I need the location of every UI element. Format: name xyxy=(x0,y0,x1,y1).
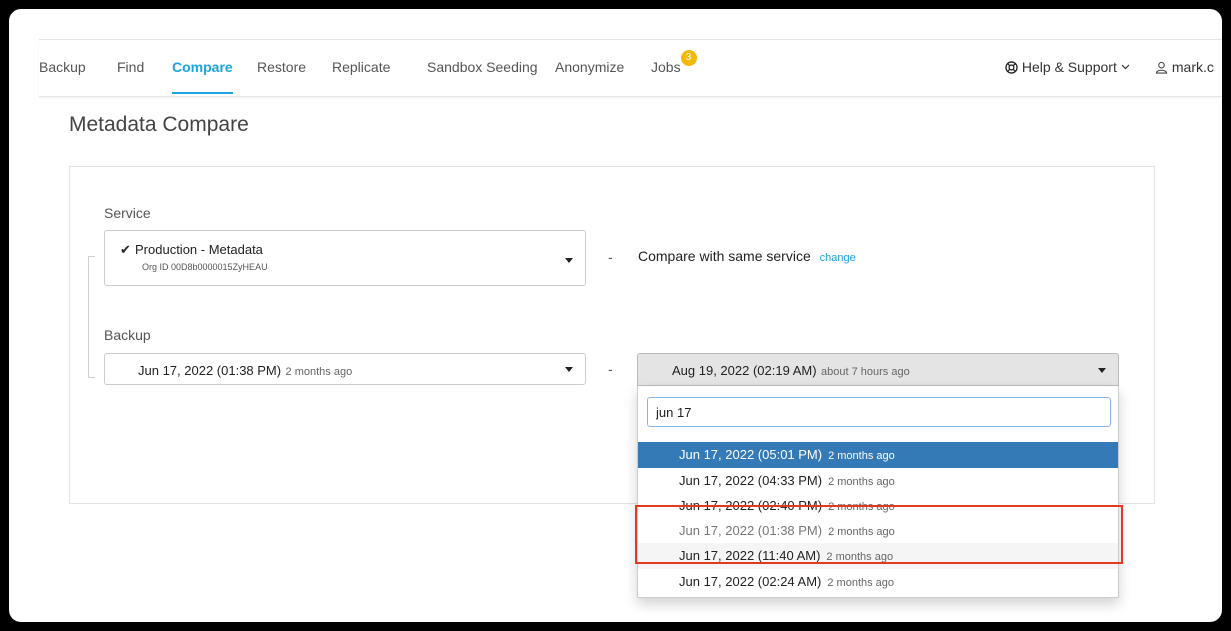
tab-sandbox-seeding[interactable]: Sandbox Seeding xyxy=(427,40,538,94)
right-backup-date: Aug 19, 2022 (02:19 AM) xyxy=(672,363,817,378)
left-backup-relative: 2 months ago xyxy=(285,366,353,378)
jobs-count-badge: 3 xyxy=(680,50,697,66)
chevron-down-icon xyxy=(1121,64,1130,70)
option-relative: 2 months ago xyxy=(828,476,895,488)
tab-jobs[interactable]: Jobs 3 xyxy=(651,40,697,94)
right-backup-relative: about 7 hours ago xyxy=(821,366,910,378)
caret-down-icon xyxy=(565,367,573,372)
dropdown-search-input[interactable] xyxy=(647,397,1111,427)
help-support-label: Help & Support xyxy=(1021,59,1117,75)
page-title: Metadata Compare xyxy=(69,113,249,136)
tab-compare[interactable]: Compare xyxy=(172,40,233,94)
tab-backup[interactable]: Backup xyxy=(39,40,86,94)
dropdown-option[interactable]: Jun 17, 2022 (04:33 PM) 2 months ago xyxy=(638,468,1118,494)
option-date: Jun 17, 2022 (01:38 PM) xyxy=(679,523,823,538)
tab-restore[interactable]: Restore xyxy=(257,40,306,94)
top-nav: Backup Find Compare Restore Replicate Sa… xyxy=(39,39,1222,97)
separator-dash: - xyxy=(608,249,613,265)
compare-with-label: Compare with same service xyxy=(638,248,811,264)
service-label: Service xyxy=(104,205,151,221)
dropdown-option[interactable]: Jun 17, 2022 (11:40 AM) 2 months ago xyxy=(638,543,1118,569)
left-backup-date: Jun 17, 2022 (01:38 PM) xyxy=(138,363,282,378)
left-backup-value: Jun 17, 2022 (01:38 PM) 2 months ago xyxy=(138,362,352,380)
check-icon: ✔ xyxy=(120,242,131,257)
dropdown-option[interactable]: Jun 17, 2022 (05:01 PM) 2 months ago xyxy=(638,442,1118,468)
option-date: Jun 17, 2022 (02:40 PM) xyxy=(679,498,823,513)
service-select[interactable]: ✔ Production - Metadata Org ID 00D8b0000… xyxy=(104,230,586,286)
caret-down-icon xyxy=(1098,368,1106,373)
option-relative: 2 months ago xyxy=(826,551,894,563)
right-backup-value: Aug 19, 2022 (02:19 AM) about 7 hours ag… xyxy=(672,362,910,380)
user-name: mark.c xyxy=(1171,59,1214,75)
backup-dropdown-list: Jun 17, 2022 (05:01 PM) 2 months ago Jun … xyxy=(637,386,1119,598)
service-name: Production - Metadata xyxy=(135,242,263,257)
dropdown-option[interactable]: Jun 17, 2022 (02:24 AM) 2 months ago xyxy=(638,569,1118,595)
dropdown-option-disabled: Jun 17, 2022 (01:38 PM) 2 months ago xyxy=(638,518,1118,544)
user-icon xyxy=(1155,61,1168,74)
option-date: Jun 17, 2022 (05:01 PM) xyxy=(679,447,823,462)
option-relative: 2 months ago xyxy=(827,577,895,589)
right-backup-select[interactable]: Aug 19, 2022 (02:19 AM) about 7 hours ag… xyxy=(637,353,1119,386)
option-relative: 2 months ago xyxy=(828,450,895,462)
option-relative: 2 months ago xyxy=(828,501,895,513)
tab-find[interactable]: Find xyxy=(117,40,144,94)
separator-dash: - xyxy=(608,361,613,377)
caret-down-icon xyxy=(565,258,573,263)
org-id: Org ID 00D8b0000015ZyHEAU xyxy=(142,262,268,272)
option-date: Jun 17, 2022 (11:40 AM) xyxy=(679,548,821,563)
compare-service-text: Compare with same service change xyxy=(638,248,856,264)
option-date: Jun 17, 2022 (04:33 PM) xyxy=(679,473,823,488)
app-window: Backup Find Compare Restore Replicate Sa… xyxy=(9,9,1222,622)
change-service-link[interactable]: change xyxy=(820,252,856,264)
tab-replicate[interactable]: Replicate xyxy=(332,40,390,94)
left-backup-select[interactable]: Jun 17, 2022 (01:38 PM) 2 months ago xyxy=(104,353,586,385)
lifebuoy-icon xyxy=(1005,61,1018,74)
backup-label: Backup xyxy=(104,327,151,343)
help-support-menu[interactable]: Help & Support xyxy=(1005,40,1130,94)
link-bracket xyxy=(88,256,95,378)
option-date: Jun 17, 2022 (02:24 AM) xyxy=(679,574,822,589)
user-menu[interactable]: mark.c xyxy=(1155,40,1214,94)
tab-anonymize[interactable]: Anonymize xyxy=(555,40,624,94)
tab-jobs-label: Jobs xyxy=(651,59,681,75)
dropdown-option[interactable]: Jun 17, 2022 (02:40 PM) 2 months ago xyxy=(638,493,1118,519)
option-relative: 2 months ago xyxy=(828,526,895,538)
